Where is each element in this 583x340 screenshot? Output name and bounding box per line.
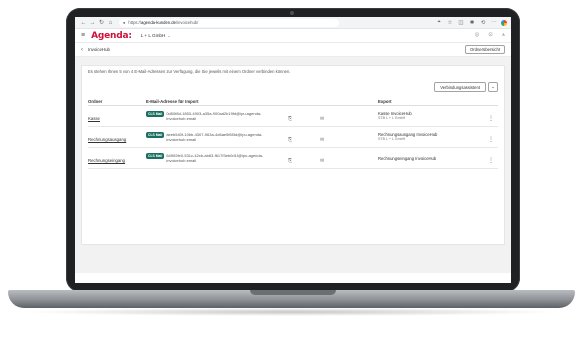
mail-icon[interactable]: ✉ bbox=[320, 116, 324, 122]
folder-link[interactable]: Kasse bbox=[88, 116, 100, 121]
row-menu-icon[interactable]: ⋮ bbox=[488, 137, 494, 143]
row-menu-icon[interactable]: ⋮ bbox=[488, 158, 494, 164]
email-address: aeeb540f-10bb-4307-963a-4d6ae5f6f3d@ipu.… bbox=[166, 132, 263, 142]
table-row: Rechnungsausgang CLS Mail aeeb540f-10bb-… bbox=[88, 127, 498, 148]
copy-icon[interactable]: ⎘ bbox=[288, 137, 292, 143]
user-icon[interactable]: ⩚ bbox=[502, 32, 505, 39]
email-import-card: Es stehen Ihnen 5 von 4 E-Mail-Adressen … bbox=[81, 65, 505, 245]
email-address: 64f0f2fe0-531c-42cb-ab83-f617f3eb0d1f@ip… bbox=[166, 153, 264, 163]
row-menu-icon[interactable]: ⋮ bbox=[488, 116, 494, 122]
laptop-screen: ← → ↻ ⌂ ● https://agenda-kunden.de/invoi… bbox=[75, 17, 511, 283]
arrow-right-icon[interactable]: → bbox=[88, 20, 97, 26]
status-badge: CLS Mail bbox=[146, 111, 165, 117]
folder-link[interactable]: Rechnungseingang bbox=[88, 158, 125, 163]
header-actions: ◎ ⊙ ⩚ bbox=[474, 32, 505, 39]
column-header-email: E-Mail-Adresse für Import bbox=[146, 98, 199, 104]
star-icon[interactable]: ☆ bbox=[446, 20, 454, 26]
table-row: Rechnungseingang CLS Mail 64f0f2fe0-531c… bbox=[88, 148, 498, 169]
export-target: Rechnungseingang InvoiceHub bbox=[378, 155, 437, 161]
company-selector[interactable]: L + L GmbH bbox=[141, 33, 166, 38]
intro-text: Es stehen Ihnen 5 von 4 E-Mail-Adressen … bbox=[88, 69, 291, 74]
stage: ← → ↻ ⌂ ● https://agenda-kunden.de/invoi… bbox=[0, 0, 583, 340]
chevron-down-icon[interactable]: ⌄ bbox=[167, 33, 171, 38]
ordneruebersicht-button[interactable]: Ordnerübersicht bbox=[464, 45, 505, 54]
settings-icon[interactable]: ⊙ bbox=[488, 32, 493, 39]
address-bar[interactable]: ● https://agenda-kunden.de/invoicehub/ bbox=[119, 18, 339, 27]
email-cell: CLS Mail 0d50f8d-1853-4903-a35a-900ad2b1… bbox=[146, 111, 288, 121]
column-header-ordner: Ordner bbox=[88, 98, 103, 104]
back-arrow-icon[interactable]: ‹ bbox=[81, 47, 83, 53]
email-cell: CLS Mail aeeb540f-10bb-4307-963a-4d6ae5f… bbox=[146, 132, 288, 142]
browser-actions: ⌖ ☆ ◫ ✱ ⟲ ⋯ bbox=[435, 19, 507, 26]
verbindungsassistent-button[interactable]: Verbindungsassistent bbox=[434, 82, 486, 92]
extensions-icon[interactable]: ✱ bbox=[468, 20, 476, 26]
laptop-notch bbox=[250, 290, 336, 295]
table-row: Kasse CLS Mail 0d50f8d-1853-4903-a35a-90… bbox=[88, 106, 498, 127]
export-client: STB L + L GmbH bbox=[378, 116, 406, 121]
copy-icon[interactable]: ⎘ bbox=[288, 158, 292, 164]
app-header: ≡ Agenda: L + L GmbH ⌄ ◎ ⊙ ⩚ bbox=[75, 29, 511, 43]
browser-toolbar: ← → ↻ ⌂ ● https://agenda-kunden.de/invoi… bbox=[75, 17, 511, 29]
app-logo[interactable]: Agenda: bbox=[91, 31, 132, 41]
sidebar-icon[interactable]: ◫ bbox=[457, 20, 465, 26]
arrow-left-icon[interactable]: ← bbox=[79, 20, 88, 26]
lock-icon: ● bbox=[123, 20, 126, 25]
mail-icon[interactable]: ✉ bbox=[320, 158, 324, 164]
column-header-export: Export bbox=[378, 98, 392, 104]
copy-icon[interactable]: ⎘ bbox=[288, 116, 292, 122]
folder-link[interactable]: Rechnungsausgang bbox=[88, 137, 126, 142]
breadcrumb-bar: ‹ InvoiceHub Ordnerübersicht bbox=[75, 43, 511, 57]
laptop-camera bbox=[290, 11, 294, 15]
menu-icon[interactable]: ≡ bbox=[81, 32, 85, 39]
home-icon[interactable]: ⌂ bbox=[106, 20, 115, 26]
url-text: https://agenda-kunden.de/invoicehub/ bbox=[128, 20, 199, 25]
chevron-down-icon[interactable]: ⌄ bbox=[488, 82, 498, 92]
email-cell: CLS Mail 64f0f2fe0-531c-42cb-ab83-f617f3… bbox=[146, 153, 288, 163]
translate-icon[interactable]: ⌖ bbox=[435, 19, 443, 26]
profile-icon[interactable] bbox=[501, 19, 507, 26]
card-toolbar: Verbindungsassistent ⌄ bbox=[88, 82, 498, 92]
help-icon[interactable]: ◎ bbox=[474, 32, 479, 39]
mail-icon[interactable]: ✉ bbox=[320, 137, 324, 143]
breadcrumb[interactable]: InvoiceHub bbox=[88, 47, 110, 52]
export-client: STB L + L GmbH bbox=[378, 137, 406, 142]
status-badge: CLS Mail bbox=[146, 153, 165, 159]
email-address: 0d50f8d-1853-4903-a35a-900ad2b19fd@ipu.a… bbox=[166, 111, 262, 121]
main-content: Es stehen Ihnen 5 von 4 E-Mail-Adressen … bbox=[75, 57, 511, 273]
status-badge: CLS Mail bbox=[146, 132, 165, 138]
history-icon[interactable]: ⟲ bbox=[479, 20, 487, 26]
table-header: Ordner E-Mail-Adresse für Import Export bbox=[88, 97, 498, 106]
more-icon[interactable]: ⋯ bbox=[490, 20, 498, 26]
laptop-shadow bbox=[20, 308, 563, 316]
reload-icon[interactable]: ↻ bbox=[97, 19, 106, 26]
